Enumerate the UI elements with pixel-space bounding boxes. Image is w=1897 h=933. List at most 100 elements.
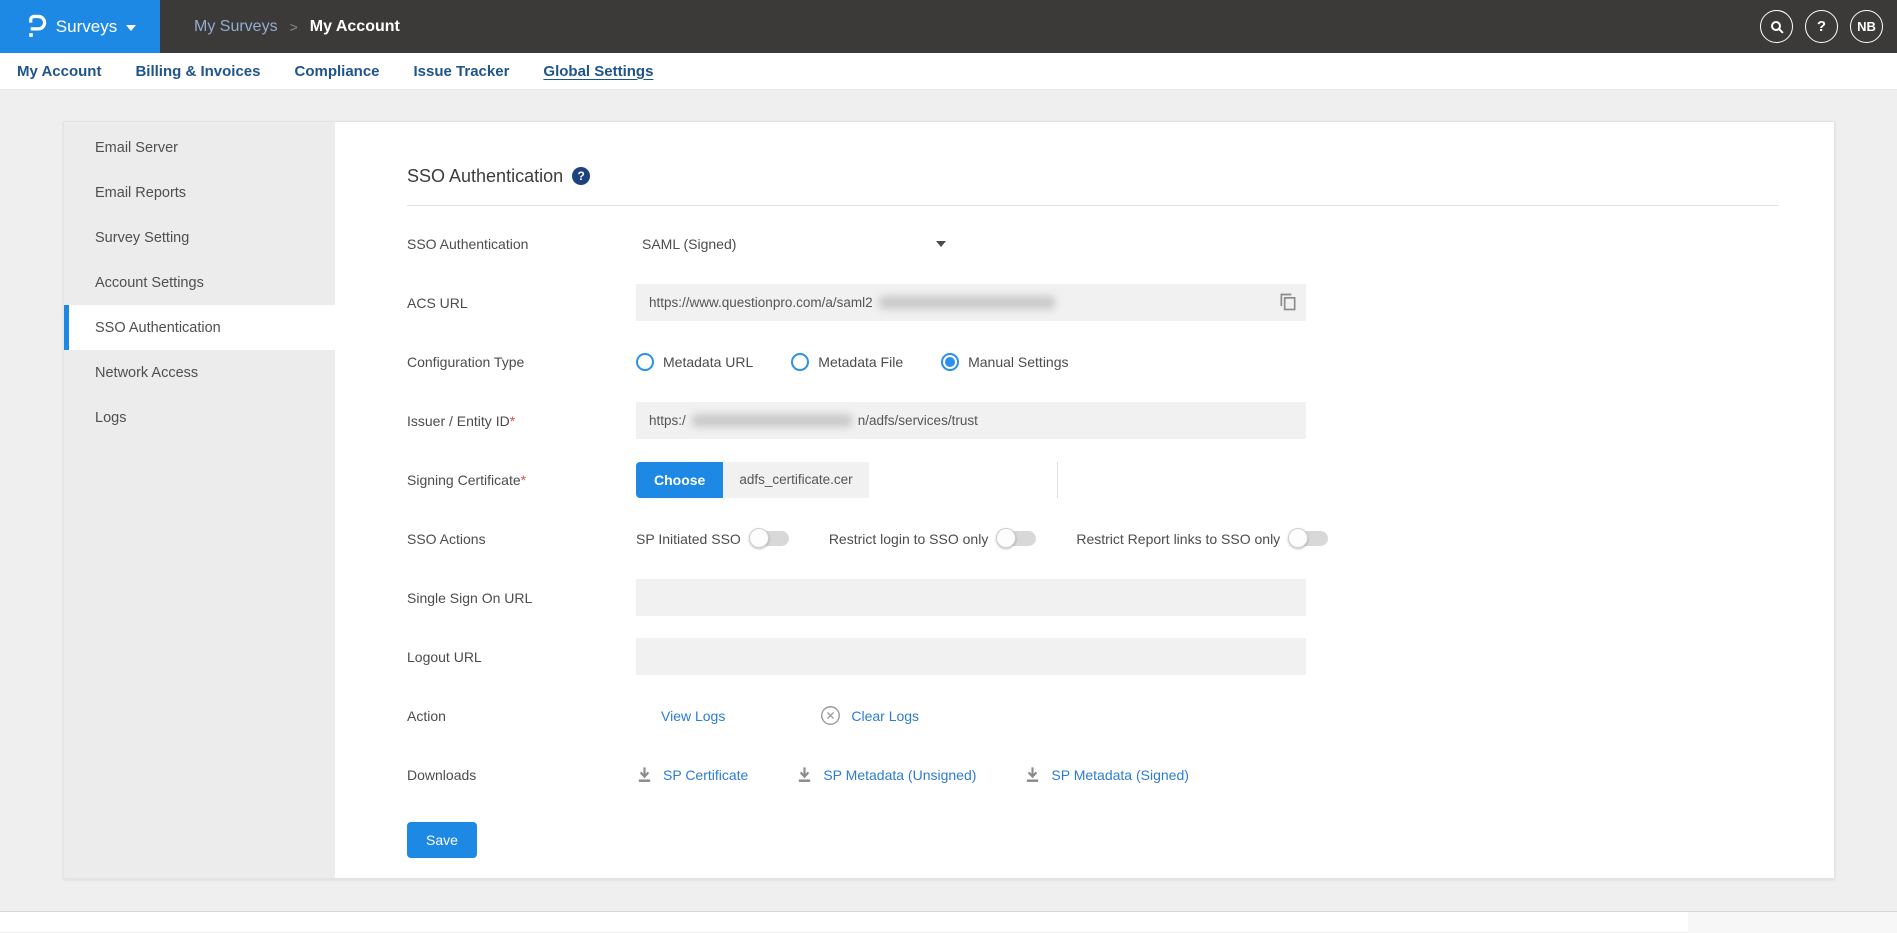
downloads-label: Downloads <box>407 766 477 783</box>
breadcrumb-current: My Account <box>309 17 400 35</box>
issuer-field[interactable]: https:/ n/adfs/services/trust <box>636 402 1306 439</box>
questionpro-logo-icon <box>24 13 47 40</box>
download-sp-certificate[interactable]: SP Certificate <box>636 766 748 783</box>
sidebar-item-email-reports[interactable]: Email Reports <box>64 170 335 215</box>
tab-issue-tracker[interactable]: Issue Tracker <box>414 63 510 80</box>
acs-url-field[interactable]: https://www.questionpro.com/a/saml2 <box>636 284 1306 321</box>
required-asterisk: * <box>509 412 516 429</box>
header-actions: ? NB <box>1760 0 1897 53</box>
help-button[interactable]: ? <box>1805 10 1838 43</box>
toggle-sp-initiated-sso: SP Initiated SSO <box>636 528 789 548</box>
sidebar-item-sso-authentication[interactable]: SSO Authentication <box>64 305 335 350</box>
page-title: SSO Authentication <box>407 165 564 186</box>
breadcrumb-my-surveys[interactable]: My Surveys <box>194 18 278 36</box>
sso-actions-label: SSO Actions <box>407 530 486 547</box>
save-button[interactable]: Save <box>407 822 477 858</box>
breadcrumb-separator: > <box>289 18 298 35</box>
row-single-sign-on-url: Single Sign On URL <box>407 568 1779 627</box>
row-downloads: Downloads SP Certificate SP Metadata (Un… <box>407 745 1779 804</box>
acs-url-label: ACS URL <box>407 294 468 311</box>
sidebar-item-account-settings[interactable]: Account Settings <box>64 260 335 305</box>
row-logout-url: Logout URL <box>407 627 1779 686</box>
toggle-switch[interactable] <box>996 528 1037 548</box>
clear-logs-group[interactable]: Clear Logs <box>820 705 919 726</box>
tab-my-account[interactable]: My Account <box>17 63 101 80</box>
radio-metadata-url[interactable]: Metadata URL <box>636 352 753 371</box>
row-acs-url: ACS URL https://www.questionpro.com/a/sa… <box>407 273 1779 332</box>
tab-global-settings[interactable]: Global Settings <box>543 63 653 80</box>
single-sign-on-url-label: Single Sign On URL <box>407 589 533 606</box>
sidebar-item-survey-setting[interactable]: Survey Setting <box>64 215 335 260</box>
tab-billing-invoices[interactable]: Billing & Invoices <box>135 63 260 80</box>
acs-url-value: https://www.questionpro.com/a/saml2 <box>649 295 873 310</box>
redacted-text <box>878 296 1055 309</box>
chevron-down-icon <box>126 24 137 31</box>
redacted-text <box>691 414 852 427</box>
action-label: Action <box>407 707 446 724</box>
sso-type-value: SAML (Signed) <box>642 235 737 252</box>
logout-url-field[interactable] <box>636 638 1306 675</box>
toggle-knob-icon <box>748 528 769 548</box>
account-tabbar: My Account Billing & Invoices Compliance… <box>0 53 1897 90</box>
download-icon <box>1024 766 1041 783</box>
copy-button[interactable] <box>1278 292 1298 315</box>
row-signing-certificate: Signing Certificate* Choose adfs_certifi… <box>407 450 1779 509</box>
required-asterisk: * <box>520 471 527 488</box>
product-label: Surveys <box>55 16 118 36</box>
title-divider <box>407 205 1779 206</box>
certificate-file-input: Choose adfs_certificate.cer <box>636 461 1058 498</box>
question-mark-icon: ? <box>1816 18 1827 35</box>
download-icon <box>636 766 653 783</box>
toggle-switch[interactable] <box>1288 528 1329 548</box>
toggle-knob-icon <box>1288 528 1309 548</box>
radio-checked-icon <box>941 352 960 371</box>
radio-metadata-file[interactable]: Metadata File <box>791 352 903 371</box>
settings-sidebar: Email Server Email Reports Survey Settin… <box>64 122 335 878</box>
page-footer <box>0 911 1897 933</box>
avatar[interactable]: NB <box>1850 10 1883 43</box>
product-switcher[interactable]: Surveys <box>0 0 160 53</box>
sidebar-item-email-server[interactable]: Email Server <box>64 125 335 170</box>
radio-manual-settings[interactable]: Manual Settings <box>941 352 1069 371</box>
logout-url-label: Logout URL <box>407 648 482 665</box>
sidebar-item-network-access[interactable]: Network Access <box>64 350 335 395</box>
issuer-value-prefix: https:/ <box>649 413 686 428</box>
choose-file-button[interactable]: Choose <box>636 461 724 498</box>
row-issuer: Issuer / Entity ID* https:/ n/adfs/servi… <box>407 391 1779 450</box>
single-sign-on-url-field[interactable] <box>636 579 1306 616</box>
configuration-type-label: Configuration Type <box>407 353 525 370</box>
clear-logs-link[interactable]: Clear Logs <box>851 708 919 724</box>
sso-settings-panel: SSO Authentication ? SSO Authentication … <box>335 122 1834 878</box>
download-icon <box>796 766 813 783</box>
view-logs-link[interactable]: View Logs <box>661 708 725 724</box>
signing-certificate-label: Signing Certificate* <box>407 471 527 488</box>
breadcrumb: My Surveys > My Account <box>160 0 400 53</box>
title-help-icon[interactable]: ? <box>572 167 591 185</box>
row-configuration-type: Configuration Type Metadata URL Metadata… <box>407 332 1779 391</box>
select-caret-icon <box>936 240 946 247</box>
toggle-knob-icon <box>996 528 1017 548</box>
tab-compliance[interactable]: Compliance <box>294 63 379 80</box>
download-sp-metadata-signed[interactable]: SP Metadata (Signed) <box>1024 766 1189 783</box>
sidebar-item-logs[interactable]: Logs <box>64 395 335 440</box>
sso-type-select[interactable]: SAML (Signed) <box>636 236 946 252</box>
radio-icon <box>636 352 654 371</box>
certificate-filename: adfs_certificate.cer <box>723 461 870 498</box>
top-header: Surveys My Surveys > My Account ? NB <box>0 0 1897 53</box>
footer-corner-panel <box>1688 912 1897 933</box>
toggle-restrict-report-links: Restrict Report links to SSO only <box>1076 528 1329 548</box>
radio-icon <box>791 352 810 371</box>
row-action: Action View Logs Clear Logs <box>407 686 1779 745</box>
clear-circle-x-icon <box>820 705 841 726</box>
issuer-value-suffix: n/adfs/services/trust <box>857 413 978 428</box>
sso-type-label: SSO Authentication <box>407 235 529 252</box>
toggle-switch[interactable] <box>748 528 789 548</box>
issuer-label: Issuer / Entity ID* <box>407 412 516 429</box>
avatar-initials: NB <box>1857 19 1876 34</box>
settings-card: Email Server Email Reports Survey Settin… <box>63 121 1835 879</box>
search-button[interactable] <box>1760 10 1793 43</box>
download-sp-metadata-unsigned[interactable]: SP Metadata (Unsigned) <box>796 766 976 783</box>
row-sso-type: SSO Authentication SAML (Signed) <box>407 214 1779 273</box>
row-sso-actions: SSO Actions SP Initiated SSO Restrict lo… <box>407 509 1779 568</box>
toggle-restrict-login: Restrict login to SSO only <box>829 528 1037 548</box>
